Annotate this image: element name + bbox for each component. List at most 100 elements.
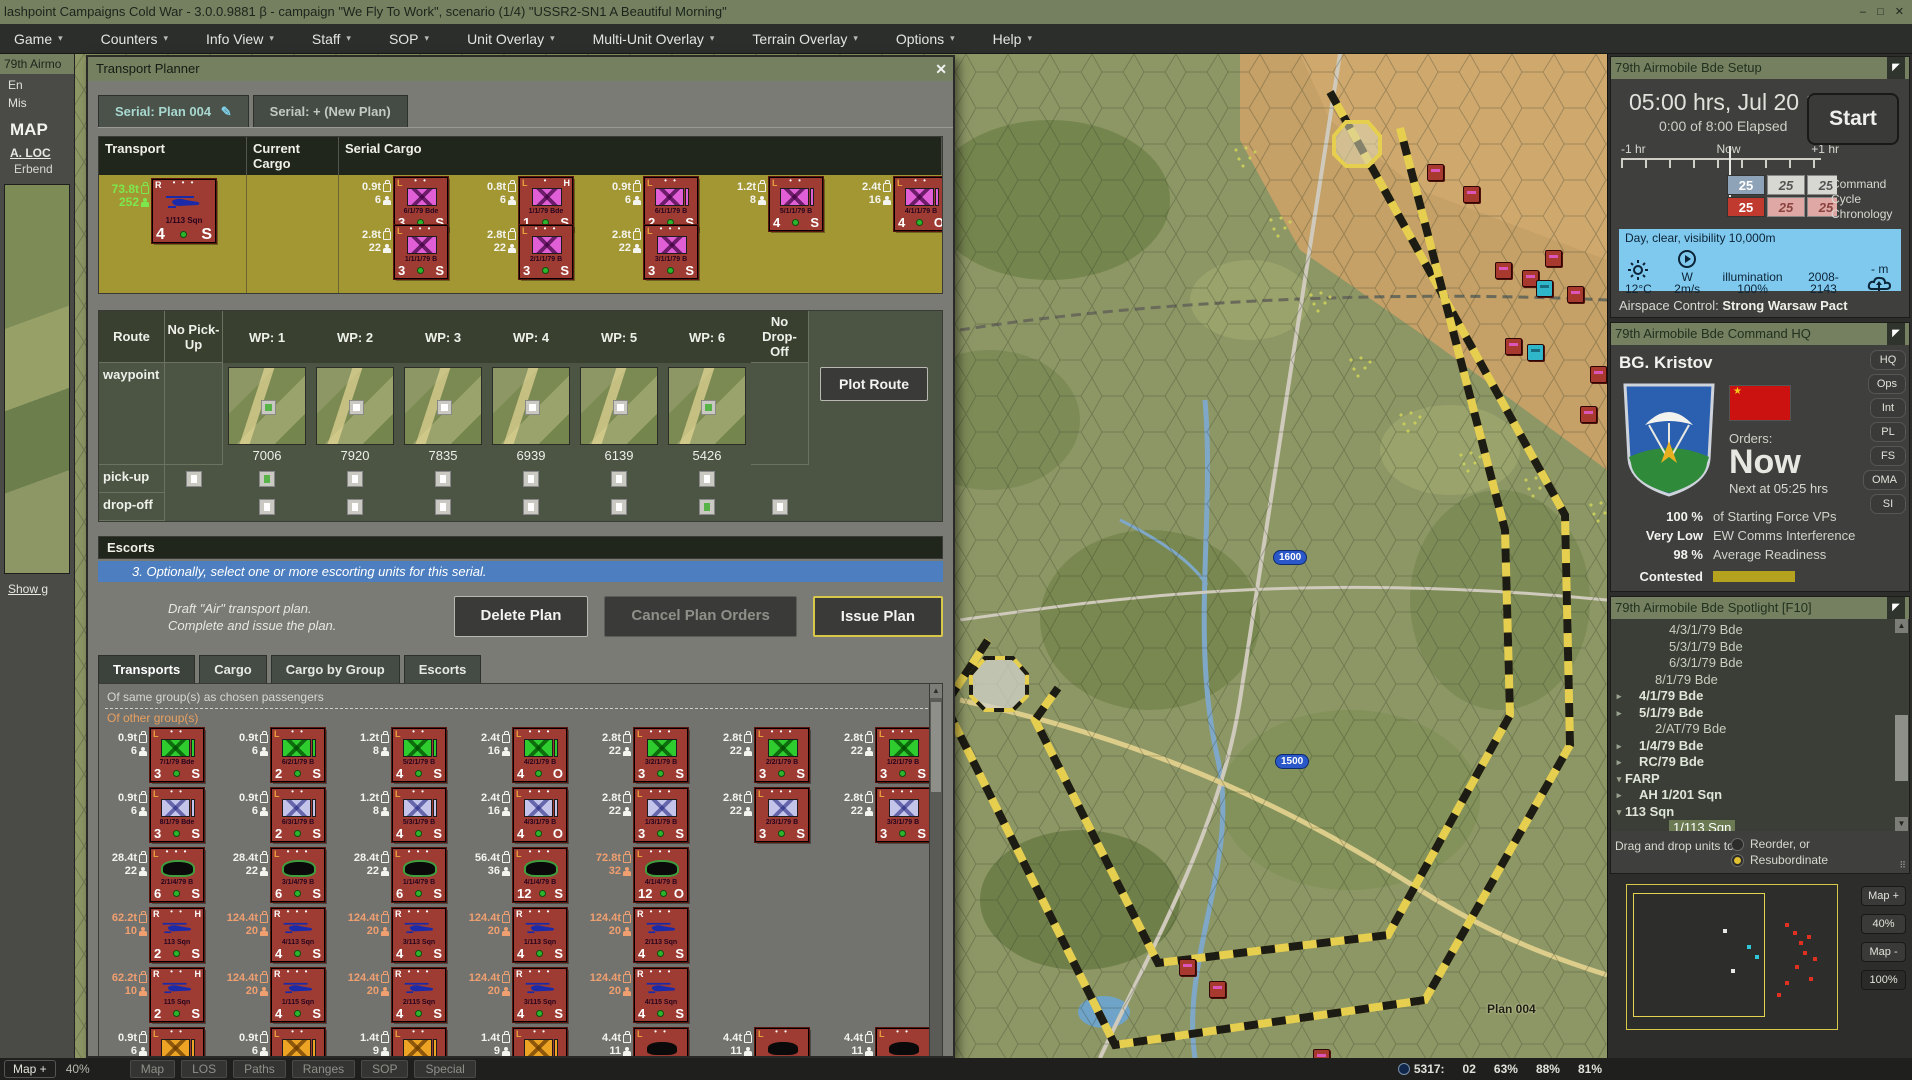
checkbox[interactable] [699,471,715,487]
waypoint-map-thumbnail[interactable] [580,367,658,445]
window-controls[interactable]: – □ ✕ [1860,0,1908,24]
cargo-unit[interactable]: 62.2t 10 R • • H 113 Sqn 2 S [105,908,204,965]
tree-chevron-icon[interactable]: ▸ [1613,738,1625,755]
cargo-unit[interactable]: 0.9t 6 L • • 6/1/79 Bde 3 S [349,177,448,231]
waypoint-cell[interactable]: 7835 [399,363,487,465]
map-toolbar-toggle[interactable]: LOS [181,1060,227,1078]
hq-info-button[interactable]: FS [1871,447,1905,465]
cargo-unit[interactable]: 2.8t 22 L • • • 2/3/1/79 B 3 S [710,788,809,845]
cargo-unit[interactable]: 4.4t 11 L • • 2/2/RC/79 4 S [710,1028,809,1058]
tree-chevron-icon[interactable] [1613,622,1625,639]
cargo-unit[interactable]: 2.4t 16 L • • • 4/3/1/79 B 4 O [468,788,567,845]
cargo-unit[interactable]: 1.4t 9 L • • 2/5/1/79 B 3 S [347,1028,446,1058]
cargo-unit[interactable]: 4.4t 11 L • • 3/2/RC/79 4 S [831,1028,930,1058]
unit-counter[interactable]: L • • • 3/1/1/79 B 3 S [644,225,698,279]
checkbox[interactable] [523,499,539,515]
map-toolbar-toggle[interactable]: Special [414,1060,475,1078]
left-panel-link[interactable]: Mis [0,92,74,110]
reorder-option[interactable]: Reorder, or [1731,837,1905,851]
radio-resubordinate[interactable] [1731,854,1744,867]
menu-item[interactable]: Help ▾ [993,31,1032,47]
hq-info-button[interactable]: SI [1871,495,1905,513]
checkbox[interactable] [259,499,275,515]
cargo-unit[interactable]: 1.2t 8 L • • 5/2/1/79 B 4 S [347,728,446,785]
spotlight-tree-item[interactable]: ▾ FARP [1613,771,1909,788]
checkbox[interactable] [186,471,202,487]
minimap-zoom-button[interactable]: 100% [1861,970,1906,990]
unit-counter[interactable]: L • • 1/5/1/79 B 3 S [513,1028,567,1058]
unit-counter[interactable]: L • • 5/2/1/79 B 4 S [392,728,446,782]
unit-stack-marker[interactable] [1567,286,1584,303]
cargo-unit[interactable]: 72.8t 32 L • • • 4/1/4/79 B 12 O [589,848,688,905]
cargo-unit[interactable]: 56.4t 36 L • • • 4/1/4/79 B 12 S [468,848,567,905]
route-check-cell[interactable] [663,493,751,521]
unit-counter[interactable]: R • • H 113 Sqn 2 S [150,908,204,962]
overview-map-thumbnail[interactable] [4,184,70,574]
cargo-unit[interactable]: 0.8t 6 L • H 1/1/79 Bde 1 S [474,177,573,231]
route-check-cell[interactable] [399,465,487,493]
menu-item[interactable]: Multi-Unit Overlay ▾ [593,31,715,47]
spotlight-tree-item[interactable]: ▸ 1/4/79 Bde [1613,738,1909,755]
unit-counter[interactable]: L • • 1/2/RC/79 4 S [634,1028,688,1058]
spotlight-panel-header[interactable]: 79th Airmobile Bde Spotlight [F10] ◤ [1611,597,1909,619]
cargo-unit[interactable]: 2.8t 22 L • • • 1/1/1/79 B 3 S [349,225,448,279]
checkbox[interactable] [611,499,627,515]
unit-counter[interactable]: L • • 8/1/79 Bde 3 S [150,788,204,842]
unit-stack-marker[interactable] [1495,262,1512,279]
cargo-unit[interactable]: 124.4t 20 R • • • 1/113 Sqn 4 S [468,908,567,965]
resize-grip[interactable]: ⠿ [1899,860,1907,871]
unit-counter[interactable]: L • • • 1/1/1/79 B 3 S [394,225,448,279]
tree-chevron-icon[interactable]: ▾ [1613,771,1625,788]
map-toolbar-toggle[interactable]: SOP [361,1060,408,1078]
cargo-unit[interactable]: 28.4t 22 L • • • 2/1/4/79 B 6 S [105,848,204,905]
route-check-cell[interactable] [751,465,809,493]
route-check-cell[interactable] [311,493,399,521]
unit-counter[interactable]: L • • • 3/2/1/79 B 3 S [634,728,688,782]
cargo-unit[interactable]: 2.8t 22 L • • • 2/1/1/79 B 3 S [474,225,573,279]
waypoint-cell[interactable]: 6939 [487,363,575,465]
expand-icon[interactable]: ◤ [1887,597,1905,619]
checkbox[interactable] [347,471,363,487]
waypoint-cell[interactable]: 6139 [575,363,663,465]
unit-counter[interactable]: L • • • 2/3/1/79 B 3 S [755,788,809,842]
spotlight-tree-item[interactable]: 2/AT/79 Bde [1613,721,1909,738]
map-mode-button[interactable]: Map + [4,1060,56,1078]
unit-counter[interactable]: L • • 2/5/1/79 B 3 S [392,1028,446,1058]
unit-stack-marker[interactable] [1209,981,1226,998]
objective-badge[interactable]: 1600 [1273,550,1307,565]
unit-counter[interactable]: L • • • 3/1/4/79 B 6 S [271,848,325,902]
tree-chevron-icon[interactable]: ▸ [1613,705,1625,722]
tree-chevron-icon[interactable] [1613,721,1625,738]
waypoint-cell[interactable]: 7006 [223,363,311,465]
cargo-unit[interactable]: 2.8t 22 L • • • 2/2/1/79 B 3 S [710,728,809,785]
cargo-unit[interactable]: 2.8t 22 L • • • 3/1/1/79 B 3 S [599,225,698,279]
unit-counter[interactable]: L • • • 2/1/4/79 B 6 S [150,848,204,902]
map-toolbar-toggle[interactable]: Ranges [292,1060,355,1078]
edit-pencil-icon[interactable]: ✎ [221,104,232,119]
cargo-unit[interactable]: 28.4t 22 L • • • 3/1/4/79 B 6 S [226,848,325,905]
plan-action-button[interactable]: Issue Plan [813,596,943,637]
tree-chevron-icon[interactable] [1613,820,1625,831]
spotlight-tree-item[interactable]: ▸ 4/1/79 Bde [1613,688,1909,705]
unit-counter[interactable]: L • • • 4/3/1/79 B 4 O [513,788,567,842]
cargo-unit[interactable]: 28.4t 22 L • • • 1/1/4/79 B 6 S [347,848,446,905]
cargo-scrollbar[interactable]: ▲ ▼ [929,684,942,1058]
route-check-cell[interactable] [399,493,487,521]
show-link[interactable]: Show g [0,574,74,596]
hq-info-button[interactable]: Int [1871,399,1905,417]
unit-counter[interactable]: R • • • 1/113 Sqn 4 S [513,908,567,962]
route-check-cell[interactable] [223,493,311,521]
cargo-section-tab[interactable]: Cargo [199,655,267,683]
cargo-unit[interactable]: 0.9t 6 L • • 6/2/1/79 B 2 S [226,728,325,785]
cargo-unit[interactable]: 2.8t 22 L • • • 1/3/1/79 B 3 S [589,788,688,845]
hq-info-button[interactable]: Ops [1869,375,1905,393]
unit-counter[interactable]: L • • 3/2/RC/79 4 S [876,1028,930,1058]
start-button[interactable]: Start [1807,93,1899,145]
minimap-viewport-rect[interactable] [1633,893,1765,1017]
unit-counter[interactable]: R • • • 2/115 Sqn 4 S [392,968,446,1022]
unit-counter[interactable]: R • • • 4/115 Sqn 4 S [634,968,688,1022]
cargo-unit[interactable]: 124.4t 20 R • • • 2/113 Sqn 4 S [589,908,688,965]
cargo-unit[interactable]: 124.4t 20 R • • • 4/113 Sqn 4 S [226,908,325,965]
scrollbar-thumb[interactable] [1895,715,1908,781]
waypoint-map-thumbnail[interactable] [404,367,482,445]
